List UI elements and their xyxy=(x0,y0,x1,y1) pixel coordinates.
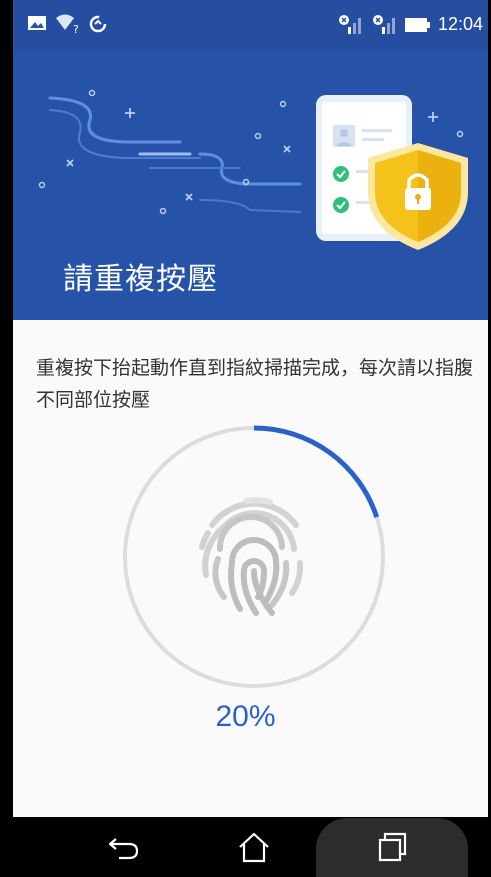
battery-icon xyxy=(405,17,431,37)
image-icon xyxy=(27,14,47,36)
recents-button[interactable] xyxy=(332,817,452,877)
fingerprint-setup-screen: ? 12:04 請重複按壓 重複按下抬起動作直到指紋掃描完成，每次請以指腹不同部… xyxy=(0,0,491,877)
screen-left-bezel xyxy=(0,0,13,877)
fingerprint-icon xyxy=(199,497,304,616)
home-icon xyxy=(239,832,269,863)
wifi-question-icon: ? xyxy=(55,14,81,38)
home-button[interactable] xyxy=(194,817,314,877)
fingerprint-progress-ring xyxy=(123,425,385,688)
page-title: 請重複按壓 xyxy=(63,262,218,297)
signal-no-sim-icon xyxy=(372,14,400,40)
signal-no-sim-icon xyxy=(338,14,366,40)
back-icon xyxy=(108,838,139,860)
back-button[interactable] xyxy=(64,817,184,877)
progress-percentage: 20% xyxy=(215,700,276,733)
data-saver-icon xyxy=(88,14,108,38)
status-time: 12:04 xyxy=(437,14,483,34)
svg-text:?: ? xyxy=(73,23,79,34)
instruction-text: 重複按下抬起動作直到指紋掃描完成，每次請以指腹不同部位按壓 xyxy=(36,357,474,411)
status-bar: ? 12:04 xyxy=(0,0,491,50)
recents-icon xyxy=(378,832,407,862)
header-banner: 請重複按壓 xyxy=(0,50,491,320)
